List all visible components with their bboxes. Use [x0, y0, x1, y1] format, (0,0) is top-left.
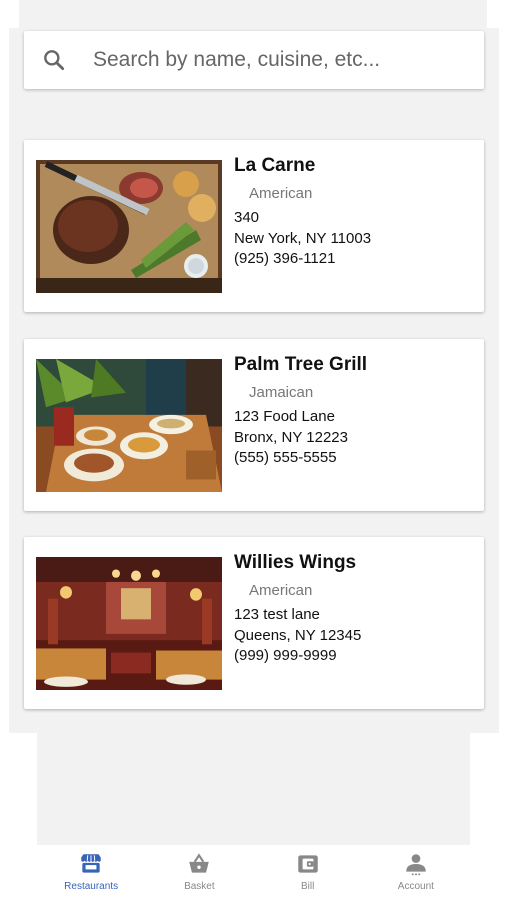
account-icon [406, 854, 426, 876]
restaurant-address-line1: 123 Food Lane [234, 408, 335, 425]
restaurant-address-line2: Bronx, NY 12223 [234, 428, 348, 446]
restaurant-name: Willies Wings [234, 552, 357, 573]
tab-label: Basket [184, 881, 215, 892]
steak-board-photo [36, 160, 222, 293]
search-icon [44, 50, 65, 71]
tab-account[interactable]: Account [362, 845, 470, 897]
restaurant-cuisine: Jamaican [249, 384, 314, 401]
restaurant-phone: (925) 396-1121 [234, 250, 336, 267]
restaurant-address-line1: 340 [234, 209, 260, 226]
restaurant-address-line1: 123 test lane [234, 606, 320, 623]
search-bar[interactable]: Search by name, cuisine, etc... [24, 31, 484, 89]
bottom-tab-bar: Restaurants Basket Bill Account [37, 845, 470, 897]
background-top [19, 0, 487, 28]
restaurant-interior-photo [36, 557, 222, 690]
basket-icon [189, 853, 210, 873]
tab-restaurants[interactable]: Restaurants [37, 845, 145, 897]
tab-label: Restaurants [64, 881, 119, 892]
restaurant-cuisine: American [249, 582, 313, 599]
restaurant-cuisine: American [249, 185, 313, 202]
restaurant-phone: (555) 555-5555 [234, 449, 337, 466]
wallet-icon [297, 855, 318, 873]
search-input[interactable]: Search by name, cuisine, etc... [93, 48, 380, 72]
restaurant-card[interactable]: La Carne American 340 New York, NY 11003… [24, 140, 484, 312]
restaurant-phone: (999) 999-9999 [234, 647, 337, 664]
dining-table-photo [36, 359, 222, 492]
background-bottom [37, 733, 470, 845]
restaurant-address-line2: New York, NY 11003 [234, 229, 372, 247]
tab-basket[interactable]: Basket [145, 845, 253, 897]
storefront-icon [81, 854, 101, 873]
tab-bill[interactable]: Bill [254, 845, 362, 897]
restaurant-card[interactable]: Willies Wings American 123 test lane Que… [24, 537, 484, 709]
tab-label: Account [397, 881, 434, 892]
restaurant-address-line2: Queens, NY 12345 [234, 626, 362, 644]
restaurant-card[interactable]: Palm Tree Grill Jamaican 123 Food Lane B… [24, 339, 484, 511]
tab-label: Bill [300, 881, 315, 892]
restaurant-name: La Carne [234, 155, 316, 176]
restaurant-name: Palm Tree Grill [234, 354, 368, 375]
